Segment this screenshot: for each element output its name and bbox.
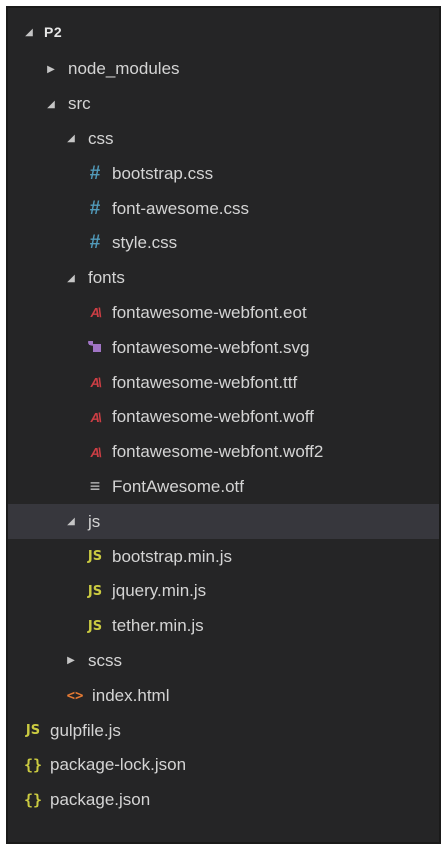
font-a-icon: A\ (90, 409, 102, 425)
text-lines-icon: ≡ (89, 476, 101, 497)
file-label: style.css (112, 233, 178, 253)
file-package-json[interactable]: {} package.json (8, 783, 439, 818)
json-braces-icon: {} (23, 791, 43, 810)
file-label: package-lock.json (50, 755, 187, 775)
chevron-expanded-icon[interactable]: ◢ (64, 273, 78, 284)
file-label: gulpfile.js (50, 720, 121, 740)
css-hash-icon: # (89, 197, 101, 219)
js-icon: JS (87, 549, 103, 565)
file-label: FontAwesome.otf (112, 476, 244, 496)
file-label: font-awesome.css (112, 198, 249, 218)
file-jquery-min-js[interactable]: JS jquery.min.js (8, 574, 439, 609)
file-fontawesome-webfont-ttf[interactable]: A\ fontawesome-webfont.ttf (8, 365, 439, 400)
folder-label: node_modules (68, 59, 180, 79)
folder-js[interactable]: ◢ js (8, 504, 439, 540)
file-label: package.json (50, 790, 151, 810)
file-style-css[interactable]: # style.css (8, 226, 439, 261)
file-fontawesome-webfont-woff2[interactable]: A\ fontawesome-webfont.woff2 (8, 435, 439, 470)
file-fontawesome-webfont-eot[interactable]: A\ fontawesome-webfont.eot (8, 296, 439, 331)
file-explorer-panel: ◢ P2 ▶ node_modules ◢ src ◢ css # bootstrap.css… (6, 6, 441, 844)
chevron-collapsed-icon[interactable]: ▶ (64, 655, 78, 666)
root-folder-label: P2 (44, 24, 63, 40)
folder-fonts[interactable]: ◢ fonts (8, 261, 439, 296)
file-fontawesome-otf[interactable]: ≡ FontAwesome.otf (8, 470, 439, 505)
file-label: bootstrap.css (112, 163, 214, 183)
folder-label: js (88, 511, 101, 531)
font-a-icon: A\ (90, 375, 102, 391)
file-label: jquery.min.js (112, 581, 207, 601)
folder-scss[interactable]: ▶ scss (8, 644, 439, 679)
file-label: fontawesome-webfont.svg (112, 337, 310, 357)
file-font-awesome-css[interactable]: # font-awesome.css (8, 191, 439, 226)
json-braces-icon: {} (23, 756, 43, 775)
file-bootstrap-min-js[interactable]: JS bootstrap.min.js (8, 539, 439, 574)
folder-label: fonts (88, 268, 125, 288)
file-index-html[interactable]: <> index.html (8, 678, 439, 713)
file-tree: ▶ node_modules ◢ src ◢ css # bootstrap.css # font… (8, 52, 439, 818)
folder-label: scss (88, 650, 122, 670)
css-hash-icon: # (89, 162, 101, 184)
file-fontawesome-webfont-woff[interactable]: A\ fontawesome-webfont.woff (8, 400, 439, 435)
folder-node-modules[interactable]: ▶ node_modules (8, 52, 439, 87)
svg-file-icon (84, 339, 106, 357)
folder-label: css (88, 128, 114, 148)
folder-label: src (68, 94, 91, 114)
file-bootstrap-css[interactable]: # bootstrap.css (8, 156, 439, 191)
file-package-lock-json[interactable]: {} package-lock.json (8, 748, 439, 783)
css-hash-icon: # (89, 232, 101, 254)
js-icon: JS (25, 723, 41, 739)
chevron-expanded-icon[interactable]: ◢ (22, 27, 36, 38)
folder-src[interactable]: ◢ src (8, 87, 439, 122)
js-icon: JS (87, 583, 103, 599)
file-label: fontawesome-webfont.ttf (112, 372, 298, 392)
file-label: fontawesome-webfont.woff (112, 407, 314, 427)
font-a-icon: A\ (90, 305, 102, 321)
font-a-icon: A\ (90, 444, 102, 460)
file-label: tether.min.js (112, 616, 204, 636)
chevron-expanded-icon[interactable]: ◢ (64, 516, 78, 527)
file-label: fontawesome-webfont.eot (112, 302, 307, 322)
js-icon: JS (87, 618, 103, 634)
file-fontawesome-webfont-svg[interactable]: fontawesome-webfont.svg (8, 330, 439, 365)
file-gulpfile-js[interactable]: JS gulpfile.js (8, 713, 439, 748)
html-brackets-icon: <> (66, 687, 84, 704)
root-folder-p2[interactable]: ◢ P2 (8, 18, 439, 46)
chevron-expanded-icon[interactable]: ◢ (44, 99, 58, 110)
folder-css[interactable]: ◢ css (8, 122, 439, 157)
chevron-collapsed-icon[interactable]: ▶ (44, 64, 58, 75)
file-tether-min-js[interactable]: JS tether.min.js (8, 609, 439, 644)
chevron-expanded-icon[interactable]: ◢ (64, 133, 78, 144)
file-label: index.html (92, 685, 170, 705)
file-label: fontawesome-webfont.woff2 (112, 442, 324, 462)
file-label: bootstrap.min.js (112, 546, 232, 566)
